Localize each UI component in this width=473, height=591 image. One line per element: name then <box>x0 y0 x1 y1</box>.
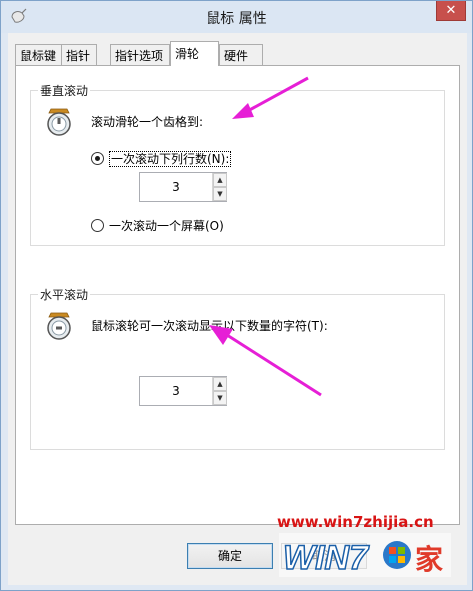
lines-stepper[interactable]: 3 ▲ ▼ <box>139 172 227 202</box>
window-title: 鼠标 属性 <box>206 11 267 27</box>
radio-screen-label[interactable]: 一次滚动一个屏幕(O) <box>109 217 224 234</box>
svg-text:WIN7: WIN7 <box>283 539 370 577</box>
wheel-tab-panel: 垂直滚动 滚动滑轮一个齿格到: 一次滚动下列行数(N): 3 ▲ ▼ 一次滚动一… <box>15 65 460 525</box>
horizontal-scrolling-group: 水平滚动 鼠标滚轮可一次滚动显示以下数量的字符(T): 3 ▲ ▼ <box>30 286 445 450</box>
horizontal-scrolling-title: 水平滚动 <box>38 286 91 303</box>
radio-screen[interactable] <box>91 219 104 232</box>
vertical-scroll-prompt: 滚动滑轮一个齿格到: <box>91 115 204 129</box>
spin-down-icon[interactable]: ▼ <box>213 391 227 405</box>
vertical-scrolling-group: 垂直滚动 滚动滑轮一个齿格到: 一次滚动下列行数(N): 3 ▲ ▼ 一次滚动一… <box>30 82 445 246</box>
tab-strip: 鼠标键 指针 指针选项 滑轮 硬件 <box>15 41 460 66</box>
close-button[interactable]: ✕ <box>436 1 466 21</box>
spin-up-icon[interactable]: ▲ <box>213 377 227 391</box>
horizontal-scroll-prompt: 鼠标滚轮可一次滚动显示以下数量的字符(T): <box>91 319 328 333</box>
ok-button[interactable]: 确定 <box>187 543 273 569</box>
spin-up-icon[interactable]: ▲ <box>213 173 227 187</box>
vertical-scrolling-title: 垂直滚动 <box>38 82 91 99</box>
tab-wheel[interactable]: 滑轮 <box>170 41 219 66</box>
tab-hardware[interactable]: 硬件 <box>219 44 263 65</box>
spin-down-icon[interactable]: ▼ <box>213 187 227 201</box>
radio-lines-label[interactable]: 一次滚动下列行数(N): <box>109 150 232 167</box>
lines-stepper-buttons: ▲ ▼ <box>212 173 227 201</box>
tab-pointers[interactable]: 指针 <box>61 44 97 65</box>
radio-lines-text: 一次滚动下列行数(N): <box>109 151 232 167</box>
chars-value[interactable]: 3 <box>140 377 212 405</box>
mouse-wheel-icon <box>47 312 71 340</box>
svg-text:家: 家 <box>415 543 443 576</box>
chars-stepper[interactable]: 3 ▲ ▼ <box>139 376 227 406</box>
dialog-client-area: 鼠标键 指针 指针选项 滑轮 硬件 垂直滚动 滚动滑轮一个齿格到: 一次滚动下列… <box>8 33 467 585</box>
tab-mouse-buttons[interactable]: 鼠标键 <box>15 44 62 65</box>
mouse-properties-window: 鼠标 属性 ✕ 鼠标键 指针 指针选项 滑轮 硬件 垂直滚动 滚动滑轮一个齿格到… <box>0 0 473 591</box>
tab-pointer-options[interactable]: 指针选项 <box>110 44 170 65</box>
mouse-wheel-icon <box>47 108 71 136</box>
watermark-logo: WIN7 家 <box>279 533 451 578</box>
chars-stepper-buttons: ▲ ▼ <box>212 377 227 405</box>
title-bar[interactable]: 鼠标 属性 ✕ <box>1 1 472 33</box>
lines-value[interactable]: 3 <box>140 173 212 201</box>
radio-lines[interactable] <box>91 152 104 165</box>
close-icon: ✕ <box>445 3 457 18</box>
